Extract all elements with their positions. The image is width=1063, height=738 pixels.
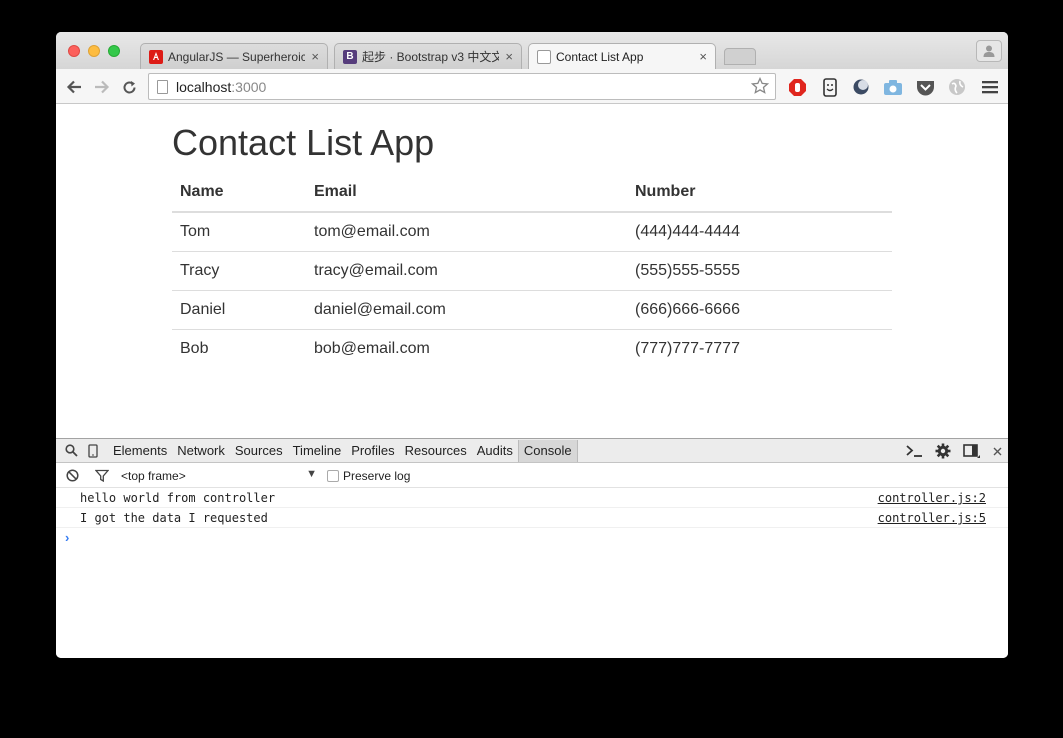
tab-title: Contact List App — [556, 49, 644, 64]
tab-sources[interactable]: Sources — [230, 440, 288, 462]
window-zoom-button[interactable] — [108, 45, 120, 57]
arrow-left-icon — [66, 80, 81, 94]
column-header-email: Email — [306, 172, 627, 213]
console-toolbar: <top frame> ▼ Preserve log — [56, 464, 1008, 488]
pocket-extension-icon[interactable] — [915, 77, 935, 97]
frame-select-value: <top frame> — [121, 468, 186, 483]
console-source-link[interactable]: controller.js:2 — [878, 491, 986, 505]
forward-button[interactable] — [92, 77, 112, 97]
contact-email: daniel@email.com — [306, 290, 627, 330]
star-icon[interactable] — [751, 77, 769, 95]
contact-name: Daniel — [172, 290, 306, 330]
device-mode-icon[interactable] — [82, 440, 104, 462]
tab-resources[interactable]: Resources — [400, 440, 472, 462]
contact-number: (444)444-4444 — [627, 212, 892, 252]
tab-angularjs[interactable]: AngularJS — Superheroic × — [140, 43, 328, 69]
phone-extension-icon[interactable] — [820, 77, 840, 97]
tab-bootstrap[interactable]: B 起步 · Bootstrap v3 中文文档 × — [334, 43, 522, 69]
contact-email: tom@email.com — [306, 212, 627, 252]
console-message: I got the data I requested controller.js… — [56, 509, 1008, 528]
contact-number: (666)666-6666 — [627, 290, 892, 330]
contact-number: (555)555-5555 — [627, 251, 892, 291]
contact-email: tracy@email.com — [306, 251, 627, 291]
search-icon[interactable] — [60, 440, 82, 462]
console-source-link[interactable]: controller.js:5 — [878, 511, 986, 525]
bootstrap-icon: B — [343, 49, 357, 64]
profile-button[interactable] — [976, 40, 1002, 62]
back-button[interactable] — [64, 77, 84, 97]
address-bar[interactable]: localhost:3000 — [148, 73, 776, 100]
tab-audits[interactable]: Audits — [472, 440, 518, 462]
frame-select[interactable]: <top frame> ▼ — [121, 467, 317, 483]
preserve-log-label: Preserve log — [343, 468, 411, 483]
contact-name: Tracy — [172, 251, 306, 291]
tab-profiles[interactable]: Profiles — [346, 440, 399, 462]
tab-title: AngularJS — Superheroic — [168, 49, 306, 64]
table-row: Tracy tracy@email.com (555)555-5555 — [172, 251, 892, 291]
console-drawer-icon[interactable] — [905, 444, 923, 458]
globe-extension-icon[interactable] — [947, 77, 967, 97]
column-header-number: Number — [627, 172, 892, 213]
devtools-panel: Elements Network Sources Timeline Profil… — [56, 438, 1008, 658]
preserve-log-checkbox[interactable] — [327, 469, 339, 482]
filter-icon[interactable] — [91, 465, 113, 487]
contact-name: Bob — [180, 339, 209, 357]
tab-strip: AngularJS — Superheroic × B 起步 · Bootstr… — [56, 32, 1008, 69]
adblock-extension-icon[interactable] — [787, 77, 807, 97]
person-icon — [983, 45, 995, 57]
contacts-table: Name Email Number Tom tom@email.com (444… — [172, 172, 892, 368]
console-message-text: I got the data I requested — [80, 511, 268, 525]
triangle-down-icon: ▼ — [306, 467, 317, 480]
reload-button[interactable] — [119, 77, 139, 97]
close-icon[interactable]: × — [311, 49, 319, 64]
page-title: Contact List App — [172, 122, 435, 163]
console-prompt[interactable]: › — [65, 530, 69, 545]
window-close-button[interactable] — [68, 45, 80, 57]
reload-icon — [123, 80, 135, 93]
document-icon — [537, 49, 551, 64]
tab-console[interactable]: Console — [517, 439, 578, 462]
table-row: Tom tom@email.com (444)444-4444 — [172, 212, 892, 252]
close-icon[interactable]: × — [699, 49, 707, 64]
tab-elements[interactable]: Elements — [108, 440, 172, 462]
devtools-tabbar: Elements Network Sources Timeline Profil… — [56, 439, 1008, 463]
new-tab-button[interactable] — [724, 48, 756, 65]
clear-console-icon[interactable] — [61, 465, 83, 487]
console-message-text: hello world from controller — [80, 491, 276, 505]
contact-name: Tom — [172, 212, 306, 252]
tab-timeline[interactable]: Timeline — [288, 440, 347, 462]
column-header-name: Name — [172, 172, 306, 213]
close-icon[interactable]: × — [505, 49, 513, 64]
browser-toolbar: localhost:3000 — [56, 69, 1008, 104]
moon-extension-icon[interactable] — [851, 77, 871, 97]
browser-window: AngularJS — Superheroic × B 起步 · Bootstr… — [56, 32, 1008, 658]
page-icon — [157, 79, 168, 94]
arrow-right-icon — [95, 80, 110, 94]
close-icon[interactable] — [993, 447, 1002, 456]
table-row: Bob bob@email.com (777)777-7777 — [172, 329, 892, 368]
tab-contact-list-app[interactable]: Contact List App × — [528, 43, 716, 69]
url-host: localhost — [176, 78, 232, 95]
menu-icon[interactable] — [980, 77, 1000, 97]
contact-email: bob@email.com — [314, 339, 430, 357]
page-content: Contact List App Name Email Number Tom t… — [56, 104, 1008, 438]
url-port: :3000 — [231, 78, 267, 95]
window-minimize-button[interactable] — [88, 45, 100, 57]
table-row: Daniel daniel@email.com (666)666-6666 — [172, 290, 892, 330]
table-header-row: Name Email Number — [172, 172, 892, 213]
tab-network[interactable]: Network — [172, 440, 230, 462]
tab-title: 起步 · Bootstrap v3 中文文档 — [362, 50, 500, 64]
dock-side-icon[interactable] — [963, 443, 981, 459]
camera-extension-icon[interactable] — [883, 77, 903, 97]
devtools-actions — [905, 439, 1002, 463]
gear-icon[interactable] — [935, 443, 951, 459]
angular-icon — [149, 49, 163, 64]
console-message: hello world from controller controller.j… — [56, 489, 1008, 508]
contact-number: (777)777-7777 — [635, 339, 740, 357]
